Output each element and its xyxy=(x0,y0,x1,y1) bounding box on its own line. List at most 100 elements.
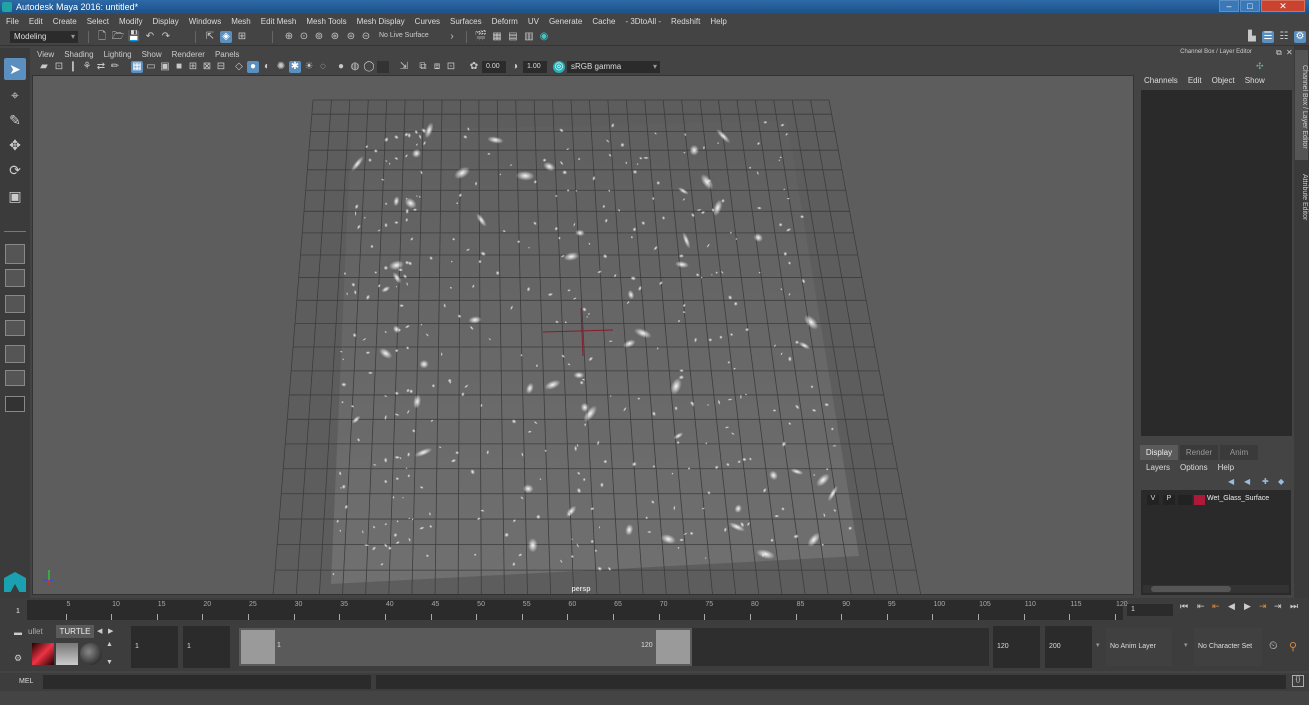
perspective-viewport[interactable]: persp xyxy=(32,75,1134,595)
layer-menu-help[interactable]: Help xyxy=(1218,463,1234,472)
snap-to-grid-icon[interactable]: ⊕ xyxy=(283,31,295,43)
select-by-object-icon[interactable]: ◈ xyxy=(220,31,232,43)
move-layer-up-icon[interactable]: ◀ xyxy=(1228,477,1234,486)
bookmark-icon[interactable]: ❙ xyxy=(67,61,79,73)
panel-menu-shading[interactable]: Shading xyxy=(64,50,93,59)
menu-modify[interactable]: Modify xyxy=(119,17,143,26)
four-view-layout-icon[interactable] xyxy=(5,269,25,287)
panel-menu-show[interactable]: Show xyxy=(142,50,162,59)
range-end-handle[interactable] xyxy=(656,630,690,664)
gamma-field[interactable]: 1.00 xyxy=(523,61,547,73)
shelf-collapse-icon[interactable]: ▬ xyxy=(14,628,22,637)
tab-display[interactable]: Display xyxy=(1140,445,1178,460)
wireframe-on-shaded-icon[interactable]: ◐ xyxy=(261,61,273,73)
auto-key-icon[interactable]: ⏲ xyxy=(1269,640,1278,653)
create-layer-from-selected-icon[interactable]: ◆ xyxy=(1278,477,1284,486)
snap-to-view-plane-icon[interactable]: ⊜ xyxy=(345,31,357,43)
grease-pencil-icon[interactable]: ✏ xyxy=(109,61,121,73)
anti-aliasing-icon[interactable]: ◍ xyxy=(349,61,361,73)
lasso-tool-icon[interactable]: ⌖ xyxy=(4,84,26,106)
menu-windows[interactable]: Windows xyxy=(189,17,221,26)
shelf-next-icon[interactable]: ▶ xyxy=(108,627,113,635)
snap-to-curve-icon[interactable]: ⊙ xyxy=(298,31,310,43)
turtle-bake-icon[interactable] xyxy=(32,643,54,665)
shelf-tab-bullet[interactable]: ullet xyxy=(28,627,43,636)
scale-tool-icon[interactable]: ▣ xyxy=(4,185,26,207)
float-panel-icon[interactable]: ⧉ xyxy=(1276,48,1282,58)
play-backwards-button[interactable]: ◀ xyxy=(1228,601,1235,612)
exposure-field[interactable]: 0.00 xyxy=(482,61,506,73)
cb-menu-edit[interactable]: Edit xyxy=(1188,76,1202,85)
tool-settings-icon[interactable]: ☷ xyxy=(1278,31,1290,43)
command-input[interactable] xyxy=(43,675,371,689)
play-forwards-button[interactable]: ▶ xyxy=(1244,601,1251,612)
rotate-tool-icon[interactable]: ⟳ xyxy=(4,159,26,181)
move-tool-icon[interactable]: ✥ xyxy=(4,134,26,156)
step-forward-frame-button[interactable]: ⇥ xyxy=(1259,601,1267,612)
tab-attribute-editor[interactable]: Attribute Editor xyxy=(1295,162,1308,228)
layer-playback-toggle[interactable]: P xyxy=(1163,495,1175,505)
animation-start-field[interactable]: 1 xyxy=(131,626,178,668)
playback-end-field[interactable]: 120 xyxy=(993,626,1040,668)
character-set-dropdown[interactable]: No Character Set xyxy=(1194,628,1262,666)
close-button[interactable]: ✕ xyxy=(1261,0,1305,12)
tab-anim[interactable]: Anim xyxy=(1220,445,1258,460)
live-surface-label[interactable]: No Live Surface xyxy=(379,32,429,39)
render-frame-icon[interactable]: ▦ xyxy=(491,31,503,43)
turtle-render-settings-icon[interactable] xyxy=(56,643,78,665)
open-scene-icon[interactable]: 🗁 xyxy=(112,31,124,43)
menu-create[interactable]: Create xyxy=(53,17,77,26)
layer-row[interactable]: V P Wet_Glass_Surface xyxy=(1144,494,1289,506)
xray-icon[interactable] xyxy=(377,61,389,73)
tab-render[interactable]: Render xyxy=(1180,445,1218,460)
field-chart-icon[interactable]: ⊞ xyxy=(187,61,199,73)
select-by-component-icon[interactable]: ⊞ xyxy=(236,31,248,43)
playback-start-field[interactable]: 1 xyxy=(183,626,230,668)
anim-layer-chevron-icon[interactable]: ▾ xyxy=(1096,641,1100,649)
view-transform-dropdown[interactable]: sRGB gamma ▾ xyxy=(567,61,660,73)
wireframe-icon[interactable]: ◇ xyxy=(233,61,245,73)
2d-pan-zoom-icon[interactable]: ⇄ xyxy=(95,61,107,73)
step-back-key-button[interactable]: ⇤ xyxy=(1197,601,1205,612)
snap-to-projected-center-icon[interactable]: ⊛ xyxy=(329,31,341,43)
select-camera-icon[interactable]: ▰ xyxy=(38,61,50,73)
persp-hypershade-layout-icon[interactable] xyxy=(5,345,25,363)
go-to-start-button[interactable]: ⏮ xyxy=(1180,601,1188,612)
modeling-toolkit-icon[interactable]: ▙ xyxy=(1246,31,1258,43)
panel-menu-panels[interactable]: Panels xyxy=(215,50,239,59)
turtle-shader-icon[interactable] xyxy=(80,643,102,665)
menu-display[interactable]: Display xyxy=(153,17,179,26)
animation-end-field[interactable]: 200 xyxy=(1045,626,1092,668)
exposure-icon[interactable]: ✿ xyxy=(468,61,480,73)
menu-cache[interactable]: Cache xyxy=(592,17,615,26)
layer-menu-options[interactable]: Options xyxy=(1180,463,1208,472)
select-tool-icon[interactable]: ➤ xyxy=(4,58,26,80)
make-live-icon[interactable]: ⊝ xyxy=(360,31,372,43)
isolate-select-icon[interactable]: ⇲ xyxy=(398,61,410,73)
single-perspective-layout-icon[interactable] xyxy=(5,244,25,264)
channel-list[interactable] xyxy=(1141,90,1292,436)
shadows-icon[interactable]: ☀ xyxy=(303,61,315,73)
menu-generate[interactable]: Generate xyxy=(549,17,582,26)
menu-uv[interactable]: UV xyxy=(528,17,539,26)
safe-title-icon[interactable]: ⊟ xyxy=(215,61,227,73)
xray-joints-icon[interactable]: ⧉ xyxy=(417,61,429,73)
render-settings-icon[interactable]: 🎬 xyxy=(475,31,487,43)
menu-select[interactable]: Select xyxy=(87,17,109,26)
menu-3dtoall[interactable]: - 3DtoAll - xyxy=(625,17,661,26)
panel-menu-view[interactable]: View xyxy=(37,50,54,59)
depth-of-field-icon[interactable]: ◯ xyxy=(363,61,375,73)
shelf-tab-turtle[interactable]: TURTLE xyxy=(56,625,94,638)
textured-icon[interactable]: ✺ xyxy=(275,61,287,73)
smooth-shade-icon[interactable]: ● xyxy=(247,61,259,73)
scrollbar-thumb[interactable] xyxy=(1151,586,1231,592)
custom-layout-icon[interactable] xyxy=(5,370,25,386)
backface-culling-icon[interactable]: ⊡ xyxy=(445,61,457,73)
move-layer-down-icon[interactable]: ◀ xyxy=(1244,477,1250,486)
render-view-icon[interactable]: ▥ xyxy=(523,31,535,43)
cb-menu-object[interactable]: Object xyxy=(1212,76,1235,85)
menu-mesh-display[interactable]: Mesh Display xyxy=(357,17,405,26)
anim-layer-dropdown[interactable]: No Anim Layer xyxy=(1106,628,1172,666)
color-management-icon[interactable]: ◎ xyxy=(553,61,565,73)
snap-to-point-icon[interactable]: ⊚ xyxy=(313,31,325,43)
